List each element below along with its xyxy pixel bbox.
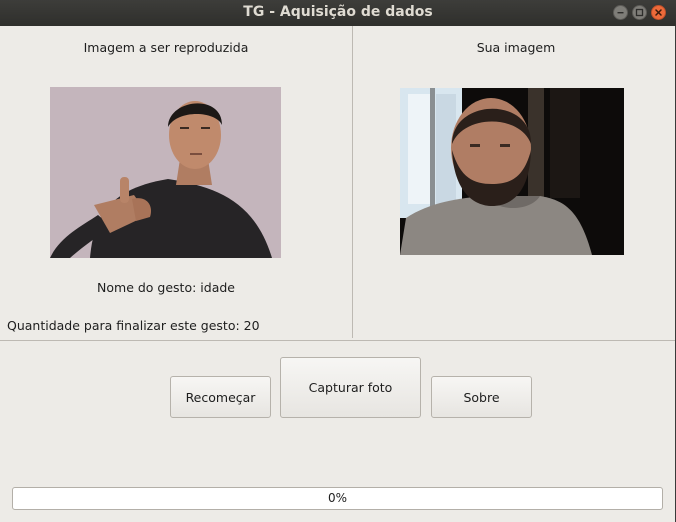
reference-panel: Imagem a ser reproduzida Nome do gesto: … <box>0 26 352 340</box>
app-window: TG - Aquisição de dados Imagem a ser rep… <box>0 0 676 522</box>
camera-panel: Sua imagem <box>353 26 676 340</box>
close-button[interactable] <box>651 5 666 20</box>
gesture-name-label: Nome do gesto: idade <box>97 280 235 295</box>
progress-bar: 0% <box>12 487 663 510</box>
panel-divider-horizontal <box>0 340 676 341</box>
capture-photo-button[interactable]: Capturar foto <box>280 357 421 418</box>
reference-gesture-image <box>50 87 281 258</box>
close-icon <box>655 9 662 16</box>
reference-image-title: Imagem a ser reproduzida <box>83 40 249 55</box>
restart-button[interactable]: Recomeçar <box>170 376 271 418</box>
remaining-count-label: Quantidade para finalizar este gesto: 20 <box>7 318 260 333</box>
maximize-button[interactable] <box>632 5 647 20</box>
minimize-icon <box>617 12 624 14</box>
title-bar[interactable]: TG - Aquisição de dados <box>0 0 676 26</box>
about-button[interactable]: Sobre <box>431 376 532 418</box>
camera-preview-image <box>400 88 624 255</box>
maximize-icon <box>635 8 644 17</box>
window-title: TG - Aquisição de dados <box>243 4 433 20</box>
minimize-button[interactable] <box>613 5 628 20</box>
progress-text: 0% <box>327 491 348 505</box>
camera-image-title: Sua imagem <box>476 40 556 55</box>
